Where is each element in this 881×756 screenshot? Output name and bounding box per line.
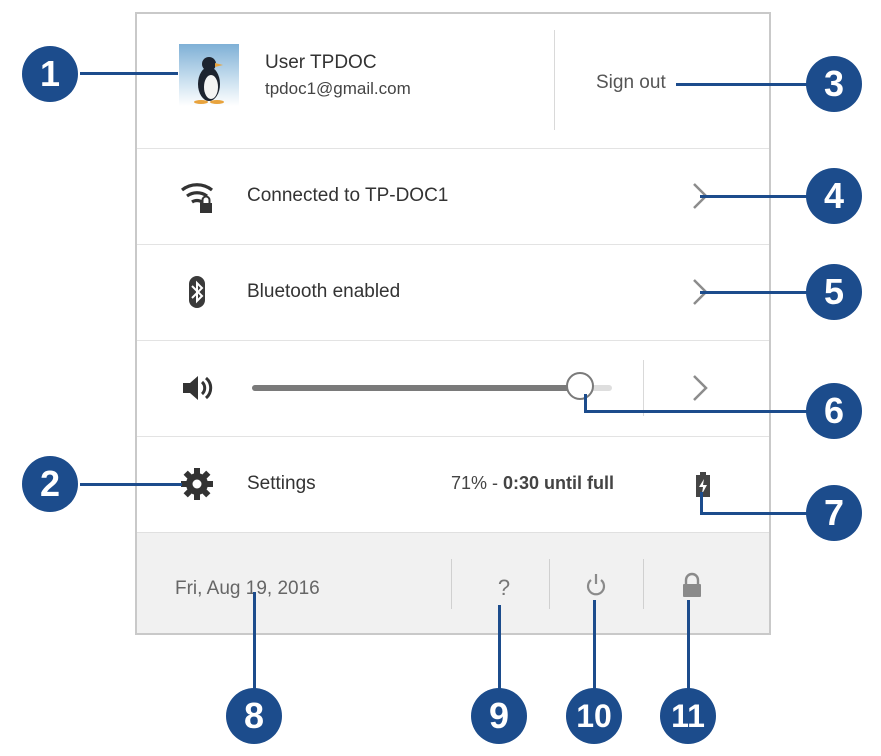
callout-4: 4 (806, 168, 862, 224)
divider (643, 559, 644, 609)
divider (451, 559, 452, 609)
system-tray-menu: User TPDOC tpdoc1@gmail.com Sign out Con… (135, 12, 771, 635)
callout-9: 9 (471, 688, 527, 744)
callout-leader (253, 592, 256, 692)
volume-row (137, 340, 769, 437)
avatar[interactable] (179, 44, 239, 106)
callout-leader (593, 600, 596, 692)
callout-10: 10 (566, 688, 622, 744)
date-label[interactable]: Fri, Aug 19, 2016 (175, 578, 320, 600)
divider (549, 559, 550, 609)
callout-leader (584, 410, 810, 413)
callout-leader (700, 512, 810, 515)
settings-row: Settings 71% - 0:30 until full (137, 436, 769, 532)
sign-out-button[interactable]: Sign out (596, 72, 666, 94)
footer-bar: Fri, Aug 19, 2016 ? (137, 532, 769, 633)
battery-charging-icon (696, 472, 710, 497)
speaker-icon[interactable] (179, 370, 215, 406)
callout-leader (687, 600, 690, 692)
callout-6: 6 (806, 383, 862, 439)
settings-button[interactable]: Settings (247, 473, 316, 495)
callout-5: 5 (806, 264, 862, 320)
user-email: tpdoc1@gmail.com (265, 79, 411, 98)
chevron-right-icon[interactable] (689, 372, 711, 404)
callout-1: 1 (22, 46, 78, 102)
battery-percent: 71% (451, 473, 488, 493)
divider (554, 30, 555, 130)
callout-leader (80, 483, 182, 486)
wifi-lock-icon (181, 183, 213, 213)
user-name: User TPDOC (265, 52, 377, 73)
callout-2: 2 (22, 456, 78, 512)
callout-leader (498, 605, 501, 692)
network-row[interactable]: Connected to TP-DOC1 (137, 148, 769, 245)
callout-leader (700, 492, 703, 514)
callout-leader (700, 291, 810, 294)
power-icon[interactable] (584, 571, 608, 599)
battery-status: 71% - 0:30 until full (451, 473, 614, 494)
bluetooth-label: Bluetooth enabled (247, 281, 401, 302)
user-row: User TPDOC tpdoc1@gmail.com Sign out (137, 14, 769, 149)
volume-slider[interactable] (252, 372, 612, 400)
bluetooth-icon (189, 276, 205, 308)
callout-7: 7 (806, 485, 862, 541)
callout-11: 11 (660, 688, 716, 744)
callout-leader (676, 83, 809, 86)
callout-leader (80, 72, 178, 75)
battery-separator: - (487, 473, 504, 493)
battery-time: 0:30 until full (503, 473, 615, 493)
penguin-avatar-image (194, 57, 224, 104)
bluetooth-row[interactable]: Bluetooth enabled (137, 244, 769, 341)
network-label: Connected to TP-DOC1 (247, 185, 449, 206)
gear-icon[interactable] (179, 466, 215, 502)
volume-slider-thumb[interactable] (565, 372, 594, 400)
lock-icon[interactable] (680, 571, 704, 599)
callout-leader (700, 195, 810, 198)
divider (643, 360, 644, 416)
callout-8: 8 (226, 688, 282, 744)
help-button[interactable]: ? (495, 575, 513, 601)
volume-slider-fill (252, 385, 580, 391)
callout-3: 3 (806, 56, 862, 112)
